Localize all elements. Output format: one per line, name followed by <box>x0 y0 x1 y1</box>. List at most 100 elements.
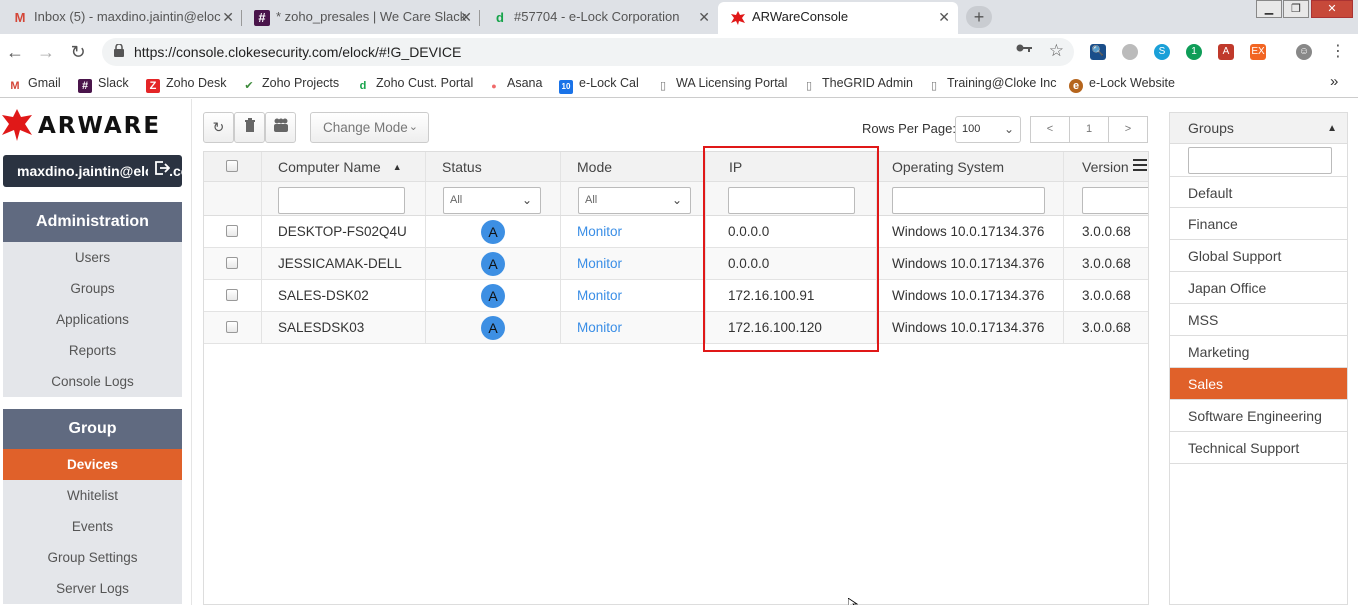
bookmark-star-icon[interactable]: ☆ <box>1049 41 1064 61</box>
os-filter-input[interactable] <box>892 187 1045 214</box>
table-row[interactable]: SALESDSK03 A Monitor 172.16.100.120 Wind… <box>204 312 1148 344</box>
bookmark-thegrid-admin[interactable]: ▯ TheGRID Admin <box>802 76 913 93</box>
key-icon[interactable] <box>1016 42 1032 57</box>
bookmark-zoho-desk[interactable]: Z Zoho Desk <box>146 76 226 93</box>
nav-users[interactable]: Users <box>3 242 182 273</box>
back-arrow-icon[interactable]: ← <box>3 40 27 64</box>
mode-link[interactable]: Monitor <box>577 288 622 303</box>
mode-link[interactable]: Monitor <box>577 256 622 271</box>
column-header-version[interactable]: Version <box>1064 152 1148 181</box>
column-header-computer-name[interactable]: Computer Name ▲ <box>262 152 426 181</box>
bookmark-zoho-cust-portal[interactable]: d Zoho Cust. Portal <box>356 76 474 93</box>
nav-groups[interactable]: Groups <box>3 273 182 304</box>
browser-tab-slack[interactable]: # * zoho_presales | We Care Slack ✕ <box>242 2 480 34</box>
browser-tab-zoho-desk[interactable]: d #57704 - e-Lock Corporation ✕ <box>480 2 718 34</box>
address-bar[interactable]: https://console.clokesecurity.com/elock/… <box>102 38 1074 66</box>
computer-name-filter-input[interactable] <box>278 187 405 214</box>
extension-pdf-icon[interactable]: A <box>1218 44 1234 60</box>
nav-group-settings[interactable]: Group Settings <box>3 542 182 573</box>
logout-icon[interactable] <box>148 155 171 187</box>
extension-hangouts-icon[interactable]: 1 <box>1186 44 1202 60</box>
zoho-desk-icon: d <box>496 10 504 25</box>
group-item-default[interactable]: Default <box>1170 176 1347 208</box>
close-icon[interactable]: ✕ <box>938 2 950 32</box>
select-all-checkbox[interactable] <box>226 160 238 172</box>
groups-list: Default Finance Global Support Japan Off… <box>1170 176 1347 464</box>
mode-link[interactable]: Monitor <box>577 320 622 335</box>
bookmark-training[interactable]: ▯ Training@Cloke Inc <box>927 76 1057 93</box>
extension-circle-icon[interactable] <box>1122 44 1138 60</box>
groups-search-input[interactable] <box>1188 147 1332 174</box>
extension-search-icon[interactable]: 🔍 <box>1090 44 1106 60</box>
row-checkbox[interactable] <box>226 289 238 301</box>
collapse-up-icon[interactable]: ▲ <box>1327 113 1337 144</box>
column-label: IP <box>729 159 743 175</box>
delete-button[interactable] <box>234 112 265 143</box>
refresh-button[interactable]: ↻ <box>203 112 234 143</box>
bookmark-gmail[interactable]: M Gmail <box>8 76 60 93</box>
mode-link[interactable]: Monitor <box>577 224 622 239</box>
bookmarks-more-button[interactable]: » <box>1330 73 1338 90</box>
new-tab-button[interactable]: + <box>966 6 992 28</box>
nav-console-logs[interactable]: Console Logs <box>3 366 182 397</box>
groups-header[interactable]: Groups ▲ <box>1170 113 1347 144</box>
bookmark-elock-website[interactable]: e e-Lock Website <box>1069 76 1175 93</box>
nav-devices[interactable]: Devices <box>3 449 182 480</box>
nav-reports[interactable]: Reports <box>3 335 182 366</box>
close-icon[interactable]: ✕ <box>222 2 234 32</box>
close-window-button[interactable]: ✕ <box>1311 0 1353 18</box>
status-filter-select[interactable]: All ⌄ <box>443 187 541 214</box>
bookmark-slack[interactable]: # Slack <box>78 76 129 93</box>
close-icon[interactable]: ✕ <box>698 2 710 32</box>
browser-menu-icon[interactable]: ⋮ <box>1326 40 1350 64</box>
restore-button[interactable]: ❐ <box>1283 0 1309 18</box>
bookmark-zoho-projects[interactable]: ✔ Zoho Projects <box>242 76 339 93</box>
nav-applications[interactable]: Applications <box>3 304 182 335</box>
nav-events[interactable]: Events <box>3 511 182 542</box>
column-header-operating-system[interactable]: Operating System <box>877 152 1064 181</box>
group-item-global-support[interactable]: Global Support <box>1170 240 1347 272</box>
group-item-finance[interactable]: Finance <box>1170 208 1347 240</box>
nav-whitelist[interactable]: Whitelist <box>3 480 182 511</box>
group-item-japan-office[interactable]: Japan Office <box>1170 272 1347 304</box>
mode-filter-select[interactable]: All ⌄ <box>578 187 691 214</box>
change-mode-dropdown[interactable]: Change Mode ⌄ <box>310 112 429 143</box>
table-row[interactable]: DESKTOP-FS02Q4U A Monitor 0.0.0.0 Window… <box>204 216 1148 248</box>
group-item-sales[interactable]: Sales <box>1170 368 1347 400</box>
version-filter-input[interactable] <box>1082 187 1148 214</box>
user-account-button[interactable]: maxdino.jaintin@elock.com <box>3 155 182 187</box>
bookmark-wa-licensing[interactable]: ▯ WA Licensing Portal <box>656 76 787 93</box>
column-header-ip[interactable]: IP <box>706 152 877 181</box>
table-row[interactable]: SALES-DSK02 A Monitor 172.16.100.91 Wind… <box>204 280 1148 312</box>
next-page-button[interactable]: > <box>1108 116 1148 143</box>
prev-page-button[interactable]: < <box>1030 116 1070 143</box>
row-checkbox[interactable] <box>226 225 238 237</box>
browser-tab-gmail[interactable]: M Inbox (5) - maxdino.jaintin@eloc ✕ <box>0 2 242 34</box>
group-item-technical-support[interactable]: Technical Support <box>1170 432 1347 464</box>
group-users-button[interactable] <box>265 112 296 143</box>
rows-per-page-select[interactable]: 100 ⌄ <box>955 116 1021 143</box>
ip-filter-input[interactable] <box>728 187 855 214</box>
table-row[interactable]: JESSICAMAK-DELL A Monitor 0.0.0.0 Window… <box>204 248 1148 280</box>
group-item-mss[interactable]: MSS <box>1170 304 1347 336</box>
bookmark-elock-cal[interactable]: 10 e-Lock Cal <box>559 76 639 94</box>
row-checkbox[interactable] <box>226 257 238 269</box>
reload-icon[interactable]: ↻ <box>66 40 90 64</box>
row-checkbox[interactable] <box>226 321 238 333</box>
profile-avatar-icon[interactable]: ☺ <box>1296 44 1312 60</box>
filter-cell: All ⌄ <box>561 182 706 215</box>
column-menu-icon[interactable] <box>1133 159 1147 173</box>
forward-arrow-icon[interactable]: → <box>34 40 58 64</box>
extension-skype-icon[interactable]: S <box>1154 44 1170 60</box>
minimize-button[interactable]: ▁ <box>1256 0 1282 18</box>
nav-server-logs[interactable]: Server Logs <box>3 573 182 604</box>
column-header-status[interactable]: Status <box>426 152 561 181</box>
close-icon[interactable]: ✕ <box>460 2 472 32</box>
group-item-marketing[interactable]: Marketing <box>1170 336 1347 368</box>
column-header-mode[interactable]: Mode <box>561 152 706 181</box>
page-number[interactable]: 1 <box>1069 116 1109 143</box>
extension-ex-icon[interactable]: EX <box>1250 44 1266 60</box>
bookmark-asana[interactable]: ● Asana <box>487 76 542 93</box>
group-item-software-engineering[interactable]: Software Engineering <box>1170 400 1347 432</box>
browser-tab-arware[interactable]: ARWareConsole ✕ <box>718 2 958 34</box>
